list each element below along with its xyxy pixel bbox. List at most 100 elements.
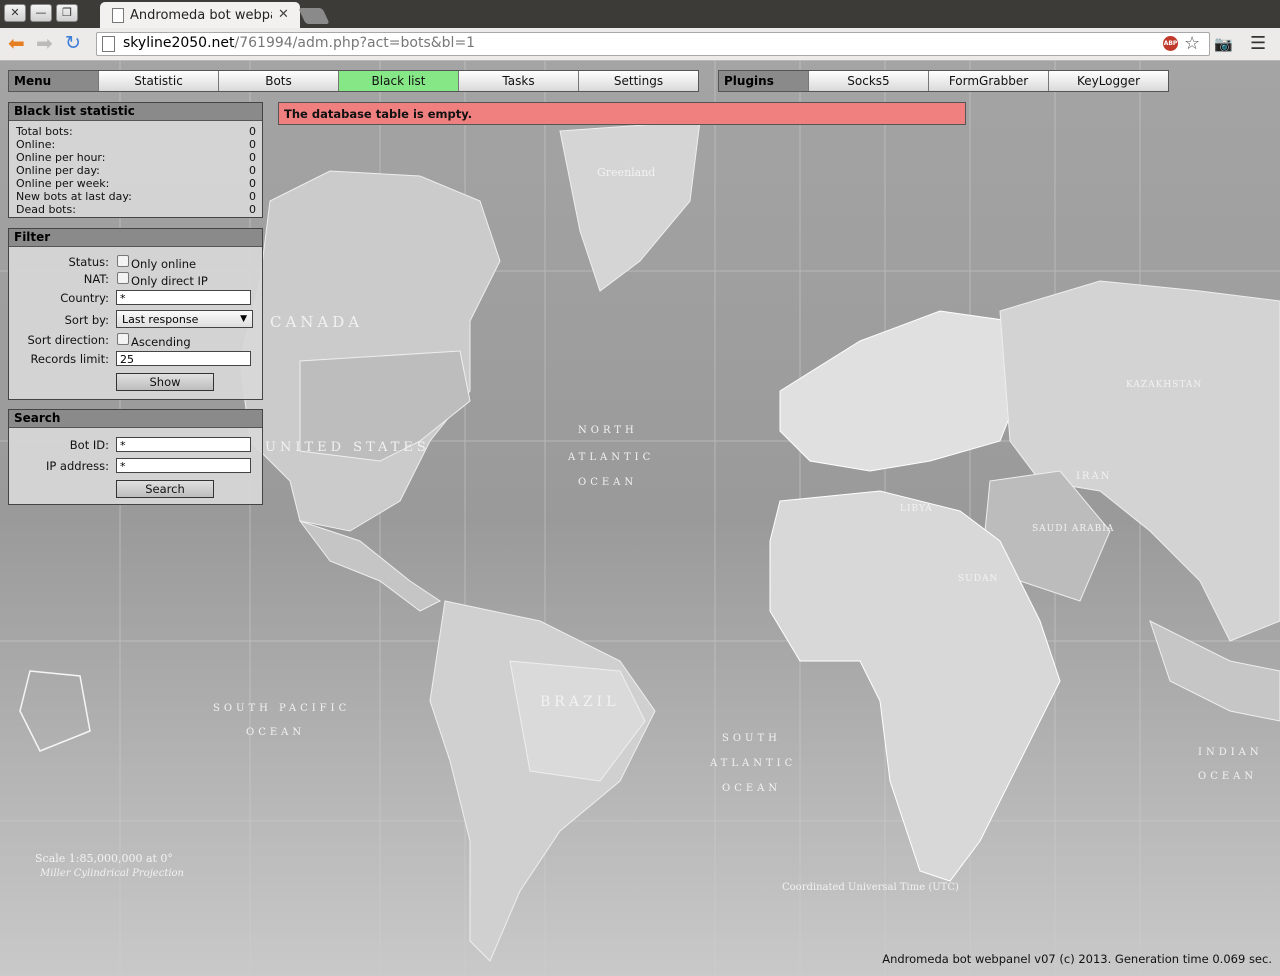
ascending-label: Ascending	[131, 335, 191, 349]
plugin-item-keylogger[interactable]: KeyLogger	[1048, 71, 1168, 91]
map-label-south-pacific-2: OCEAN	[246, 727, 305, 738]
tab-title: Andromeda bot webpane	[130, 8, 272, 23]
plugin-item-formgrabber[interactable]: FormGrabber	[928, 71, 1048, 91]
footer-text: Andromeda bot webpanel v07 (c) 2013. Gen…	[882, 952, 1272, 966]
map-label-indian-2: OCEAN	[1198, 771, 1257, 782]
map-label-kazakhstan: KAZAKHSTAN	[1126, 380, 1202, 390]
stat-label: Online per hour:	[16, 151, 106, 164]
menu-item-statistic[interactable]: Statistic	[98, 71, 218, 91]
stat-value: 0	[249, 190, 256, 203]
stat-row: Online: 0	[9, 138, 262, 151]
stat-label: Total bots:	[16, 125, 73, 138]
sort-direction-label: Sort direction:	[27, 333, 110, 347]
sort-by-select[interactable]: Last response ▼	[116, 310, 253, 328]
stat-value: 0	[249, 138, 256, 151]
map-label-greenland: Greenland	[597, 166, 655, 179]
statistic-panel-title: Black list statistic	[9, 103, 262, 121]
reload-icon[interactable]: ↻	[65, 33, 81, 53]
map-label-libya: LIBYA	[900, 504, 933, 514]
map-label-south-atlantic-3: OCEAN	[722, 783, 781, 794]
stat-row: New bots at last day: 0	[9, 190, 262, 203]
country-input[interactable]: *	[116, 290, 251, 305]
only-direct-ip-checkbox[interactable]	[117, 272, 129, 284]
menu-item-bots[interactable]: Bots	[218, 71, 338, 91]
browser-menu-icon[interactable]: ☰	[1250, 33, 1266, 54]
bot-id-input[interactable]: *	[116, 437, 251, 452]
show-button[interactable]: Show	[116, 373, 214, 391]
country-label: Country:	[60, 291, 109, 305]
forward-arrow-icon[interactable]: ➡	[36, 33, 53, 53]
map-label-south-pacific-1: SOUTH PACIFIC	[213, 703, 350, 714]
plugins-heading: Plugins	[719, 71, 808, 91]
map-label-north-atlantic-2: ATLANTIC	[567, 452, 654, 463]
address-bar[interactable]: skyline2050.net/761994/adm.php?act=bots&…	[96, 32, 1210, 56]
only-online-checkbox[interactable]	[117, 255, 129, 267]
ip-address-input[interactable]: *	[116, 458, 251, 473]
status-label: Status:	[68, 255, 109, 269]
menu-heading: Menu	[9, 71, 98, 91]
map-label-iran: IRAN	[1076, 471, 1111, 482]
sort-by-label: Sort by:	[64, 313, 109, 327]
map-label-saudi: SAUDI ARABIA	[1032, 524, 1114, 534]
stat-value: 0	[249, 203, 256, 216]
main-menu-bar: Menu Statistic Bots Black list Tasks Set…	[8, 70, 699, 92]
url-path: /761994/adm.php?act=bots&bl=1	[234, 35, 476, 51]
page-favicon-icon	[112, 8, 124, 23]
ip-address-label: IP address:	[45, 459, 109, 473]
filter-panel: Filter Status: Only online NAT: Only dir…	[8, 228, 263, 400]
stat-label: Online:	[16, 138, 56, 151]
map-label-canada: CANADA	[270, 313, 363, 331]
search-panel: Search Bot ID: * IP address: * Search	[8, 409, 263, 505]
url-host: skyline2050.net	[123, 35, 235, 51]
close-window-icon[interactable]: ✕	[4, 4, 26, 22]
search-panel-title: Search	[9, 410, 262, 428]
page-icon	[102, 36, 115, 52]
stat-value: 0	[249, 125, 256, 138]
map-label-us: UNITED STATES	[265, 440, 430, 455]
menu-item-black-list[interactable]: Black list	[338, 71, 458, 91]
stat-value: 0	[249, 151, 256, 164]
map-label-south-atlantic-1: SOUTH	[722, 733, 781, 744]
camera-icon[interactable]: 📷	[1214, 35, 1233, 53]
browser-toolbar: ⬅ ➡ ↻ skyline2050.net/761994/adm.php?act…	[0, 28, 1280, 61]
stat-label: New bots at last day:	[16, 190, 132, 203]
map-label-north-atlantic-1: NORTH	[578, 425, 638, 436]
stat-value: 0	[249, 177, 256, 190]
nat-label: NAT:	[83, 272, 109, 286]
stat-row: Online per hour: 0	[9, 151, 262, 164]
bookmark-star-icon[interactable]: ☆	[1184, 33, 1200, 54]
only-online-label: Only online	[131, 257, 197, 271]
map-utc-label: Coordinated Universal Time (UTC)	[782, 882, 959, 893]
stat-row: Online per week: 0	[9, 177, 262, 190]
back-arrow-icon[interactable]: ⬅	[8, 33, 25, 53]
ascending-checkbox[interactable]	[117, 333, 129, 345]
search-button[interactable]: Search	[116, 480, 214, 498]
blacklist-statistic-panel: Black list statistic Total bots: 0 Online…	[8, 102, 263, 218]
empty-table-message: The database table is empty.	[278, 102, 966, 125]
minimize-window-icon[interactable]: —	[30, 4, 52, 22]
plugin-item-socks5[interactable]: Socks5	[808, 71, 928, 91]
menu-item-settings[interactable]: Settings	[578, 71, 698, 91]
maximize-window-icon[interactable]: ❐	[56, 4, 78, 22]
menu-item-tasks[interactable]: Tasks	[458, 71, 578, 91]
map-label-brazil: BRAZIL	[540, 694, 620, 710]
new-tab-button[interactable]	[298, 8, 330, 24]
bot-id-label: Bot ID:	[69, 438, 109, 452]
records-limit-input[interactable]: 25	[116, 351, 251, 366]
page-content: CANADA UNITED STATES BRAZIL Greenland NO…	[0, 61, 1280, 976]
only-direct-ip-label: Only direct IP	[131, 274, 208, 288]
map-label-north-atlantic-3: OCEAN	[578, 477, 637, 488]
adblock-icon[interactable]: ABP	[1163, 36, 1178, 51]
stat-row: Online per day: 0	[9, 164, 262, 177]
plugins-menu-bar: Plugins Socks5 FormGrabber KeyLogger	[718, 70, 1169, 92]
map-label-south-atlantic-2: ATLANTIC	[709, 758, 796, 769]
browser-tab[interactable]: Andromeda bot webpane ✕	[100, 2, 300, 28]
window-titlebar: ✕ — ❐ Andromeda bot webpane ✕	[0, 0, 1280, 28]
map-label-indian-1: INDIAN	[1198, 747, 1263, 758]
stat-row: Dead bots: 0	[9, 203, 262, 216]
map-projection-label: Miller Cylindrical Projection	[39, 868, 184, 879]
sort-by-value: Last response	[122, 313, 199, 326]
tab-close-icon[interactable]: ✕	[278, 7, 289, 22]
stat-row: Total bots: 0	[9, 125, 262, 138]
stat-label: Online per week:	[16, 177, 110, 190]
